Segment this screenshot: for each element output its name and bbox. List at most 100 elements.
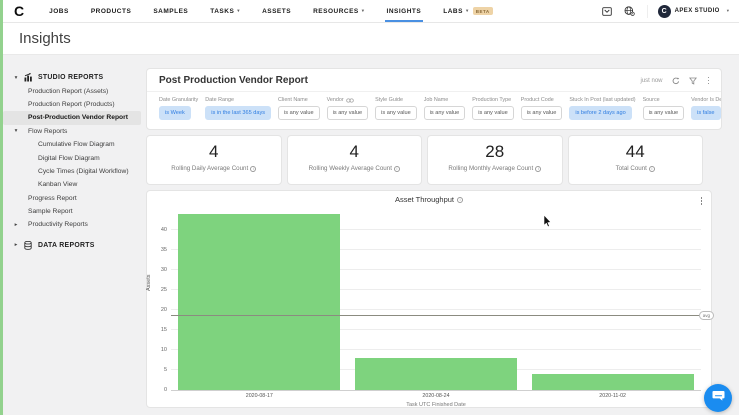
x-axis-title: Task UTC Finished Date [406,402,466,408]
kpi-total-count: 44 Total Count i [567,135,703,185]
sidebar-item-kanban-view[interactable]: Kanban View [3,178,144,191]
filter-label: Product Code [520,97,554,103]
y-tick-label: 40 [160,227,167,233]
bar-2020-08-17[interactable] [178,214,341,390]
linked-filter-icon [346,97,354,103]
nav-item-tasks[interactable]: TASKS ▾ [199,0,251,22]
filter-stuck-in-post-last-updated: Stuck In Post (last updated) is before 2… [569,97,636,120]
filter-value-pill[interactable]: is any value [520,106,563,120]
caret-down-icon[interactable]: ▾ [12,75,20,81]
info-icon[interactable]: i [535,165,542,172]
y-tick-label: 35 [160,247,167,253]
filter-job-name: Job Name is any value [423,97,466,120]
filter-value-pill[interactable]: is any value [472,106,514,120]
sidebar-item-flow-reports[interactable]: ▾ Flow Reports [3,125,144,138]
filter-value-pill[interactable]: is before 2 days ago [569,106,632,120]
sidebar-item-sample-report[interactable]: Sample Report [3,205,144,218]
chevron-down-icon: ▾ [465,8,469,13]
info-icon[interactable]: i [393,165,400,172]
bar-chart-icon [24,73,32,82]
filter-value-pill[interactable]: is any value [326,106,369,120]
kpi-value: 44 [625,142,645,161]
kpi-value: 28 [485,142,505,161]
filter-value-pill[interactable]: is Week [159,106,191,120]
sidebar-item-production-report-assets[interactable]: Production Report (Assets) [3,84,144,97]
nav-item-products[interactable]: PRODUCTS [80,0,142,22]
refresh-icon[interactable] [672,77,680,85]
report-header: Post Production Vendor Report just now [147,69,721,92]
mouse-cursor [543,214,552,233]
kpi-rolling-daily-average-count: 4 Rolling Daily Average Count i [146,135,282,185]
y-tick-label: 25 [160,287,167,293]
y-tick-label: 10 [160,347,167,353]
nav-item-assets[interactable]: ASSETS [251,0,302,22]
info-icon[interactable]: i [457,196,464,203]
info-icon[interactable]: i [648,165,655,172]
x-tick-label: 2020-11-02 [599,393,626,399]
filter-value-pill[interactable]: is false [691,106,721,120]
filter-label: Date Granularity [159,97,199,103]
main-menu: JOBS PRODUCTS SAMPLES TASKS ▾ ASSETS RES… [38,0,504,22]
filter-value-pill[interactable]: is any value [375,106,417,120]
page-header: Insights [0,23,739,55]
filter-label: Vendor [327,97,369,103]
caret-right-icon[interactable]: ▸ [12,222,20,228]
y-tick-label: 20 [160,307,167,313]
sidebar-item-cumulative-flow-diagram[interactable]: Cumulative Flow Diagram [3,138,144,151]
kpi-rolling-weekly-average-count: 4 Rolling Weekly Average Count i [286,135,422,185]
filter-value-pill[interactable]: is any value [642,106,685,120]
chat-bubble-icon [712,389,725,407]
nav-item-resources[interactable]: RESOURCES ▾ [302,0,375,22]
caret-right-icon[interactable]: ▸ [12,242,20,248]
filter-funnel-icon[interactable] [688,77,697,85]
kpi-value: 4 [349,142,359,161]
y-tick-label: 0 [163,387,167,393]
bar-2020-11-02[interactable] [531,374,694,390]
avatar: C [657,4,671,18]
average-reference-line [171,315,701,317]
sidebar-item-production-report-products[interactable]: Production Report (Products) [3,98,144,111]
nav-item-samples[interactable]: SAMPLES [142,0,199,22]
sidebar-item-studio-reports[interactable]: ▾ STUDIO REPORTS [3,71,144,84]
sidebar-item-post-production-vendor-report[interactable]: Post-Production Vendor Report [3,111,141,125]
database-icon [24,240,32,250]
filter-date-range: Date Range is in the last 365 days [205,97,272,120]
filter-source: Source is any value [642,97,685,120]
y-tick-label: 30 [160,267,167,273]
chart-more-menu-icon[interactable] [699,196,705,206]
sidebar-item-data-reports[interactable]: ▸ DATA REPORTS [3,239,144,252]
filter-value-pill[interactable]: is any value [423,106,466,120]
account-name: APEX STUDIO [674,8,720,14]
nav-item-jobs[interactable]: JOBS [38,0,80,22]
filter-production-type: Production Type is any value [472,97,514,120]
kpi-label: Total Count i [569,165,703,172]
nav-item-labs[interactable]: LABS ▾ BETA [432,0,503,22]
chart-title: Asset Throughput i [147,195,711,204]
info-icon[interactable]: i [250,165,257,172]
bar-2020-08-24[interactable] [355,358,517,390]
filter-style-guide: Style Guide is any value [375,97,417,120]
chat-launcher-button[interactable] [704,384,732,412]
brand-logo[interactable]: C [14,3,24,19]
sidebar-item-cycle-times-digital-workflow[interactable]: Cycle Times (Digital Workflow) [3,165,144,178]
app-window: C JOBS PRODUCTS SAMPLES TASKS ▾ ASSETS R… [0,0,739,415]
filter-bar: Date Granularity is Week Date Range is i… [147,92,721,120]
nav-item-insights[interactable]: INSIGHTS [376,0,433,22]
globe-gear-icon[interactable] [624,6,635,16]
filter-label: Vendor Is Deleted [691,97,722,103]
report-more-menu-icon[interactable] [706,76,712,86]
sidebar-item-progress-report[interactable]: Progress Report [3,192,144,205]
inbox-icon[interactable] [601,6,612,16]
average-reference-label: avg [698,311,714,321]
sidebar-item-productivity-reports[interactable]: ▸ Productivity Reports [3,218,144,231]
filter-client-name: Client Name is any value [278,97,320,120]
filter-value-pill[interactable]: is in the last 365 days [205,106,272,120]
sidebar-item-digital-flow-diagram[interactable]: Digital Flow Diagram [3,151,144,164]
chevron-down-icon: ▾ [237,8,241,13]
top-navbar: C JOBS PRODUCTS SAMPLES TASKS ▾ ASSETS R… [0,0,739,23]
filter-value-pill[interactable]: is any value [278,106,320,120]
account-menu[interactable]: C APEX STUDIO ▾ [646,4,729,18]
caret-down-icon[interactable]: ▾ [12,128,20,134]
kpi-row: 4 Rolling Daily Average Count i 4 Rollin… [146,135,703,185]
filter-date-granularity: Date Granularity is Week [159,97,198,120]
